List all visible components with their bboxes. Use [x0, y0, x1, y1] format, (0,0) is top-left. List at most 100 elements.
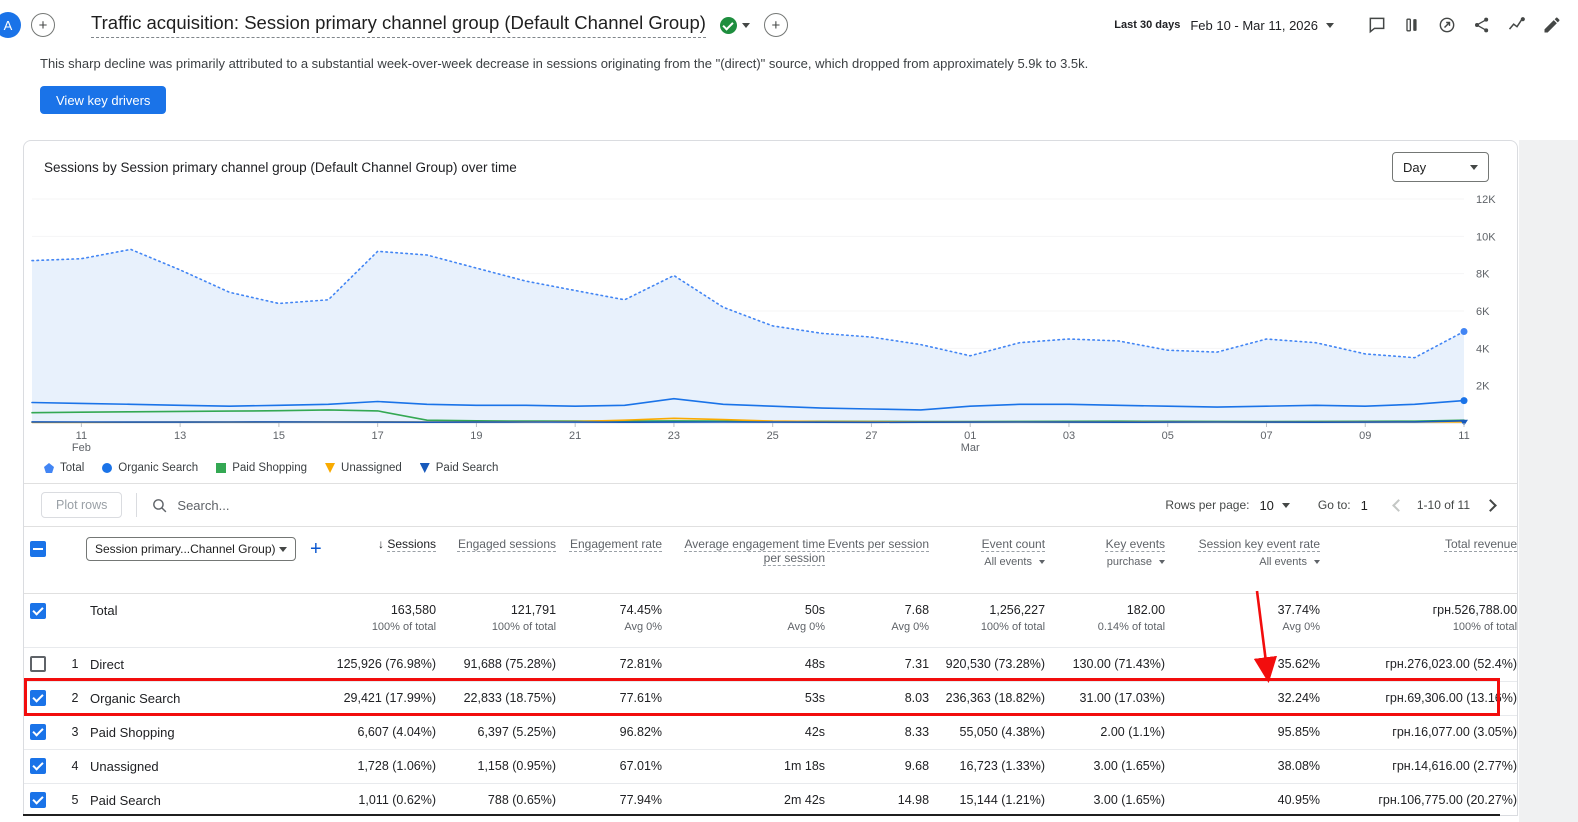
row-checkbox-cell: [24, 783, 60, 815]
share-icon[interactable]: [1470, 13, 1494, 37]
column-filter-dropdown[interactable]: purchase: [1047, 556, 1166, 568]
legend-item[interactable]: Unassigned: [325, 462, 402, 474]
column-filter-dropdown[interactable]: All events: [931, 556, 1046, 568]
metric-cell: 22,833 (18.75%): [463, 691, 557, 705]
edit-icon[interactable]: [1540, 13, 1564, 37]
total-label: Total: [90, 602, 118, 618]
sparkline-insights-icon[interactable]: [1505, 13, 1529, 37]
svg-text:Mar: Mar: [961, 442, 980, 453]
row-label: Paid Shopping: [90, 724, 175, 740]
svg-text:6K: 6K: [1476, 306, 1490, 318]
svg-text:13: 13: [174, 430, 186, 442]
legend-item[interactable]: Total: [44, 462, 84, 474]
metric-cell: 53s: [804, 691, 826, 705]
column-label[interactable]: Average engagement time per session: [684, 537, 825, 565]
svg-text:19: 19: [470, 430, 482, 442]
legend-item[interactable]: Paid Search: [419, 462, 498, 474]
table-row: 3 Paid Shopping 6,607 (4.04%) 6,397 (5.25%)…: [24, 715, 1517, 749]
metric-cell: 1,158 (0.95%): [477, 759, 557, 773]
column-header[interactable]: Total revenue: [1322, 527, 1517, 593]
column-header[interactable]: Average engagement time per session: [664, 527, 827, 593]
next-page-icon[interactable]: [1484, 498, 1497, 512]
column-label[interactable]: Sessions: [387, 537, 436, 551]
row-checkbox[interactable]: [30, 723, 46, 740]
legend-triangle-down-marker: [419, 463, 430, 473]
chart-header: Sessions by Session primary channel grou…: [24, 141, 1517, 193]
svg-text:27: 27: [865, 430, 877, 442]
metric-cell: 6,607 (4.04%): [357, 725, 437, 739]
insights-circle-icon[interactable]: [1435, 13, 1459, 37]
page-title[interactable]: Traffic acquisition: Session primary cha…: [91, 12, 706, 38]
saved-check-icon[interactable]: [719, 16, 737, 34]
add-report-button[interactable]: +: [763, 13, 788, 37]
column-label[interactable]: Event count: [982, 537, 1045, 551]
row-number: [60, 593, 90, 647]
row-checkbox-cell: [24, 647, 60, 681]
column-header[interactable]: Event count All events: [931, 527, 1047, 593]
column-label[interactable]: Events per session: [828, 537, 929, 551]
rows-per-page-select[interactable]: 10: [1259, 498, 1290, 513]
legend-item[interactable]: Organic Search: [102, 462, 198, 474]
avatar[interactable]: A: [0, 12, 21, 38]
metric-cell: 9.68: [904, 759, 930, 773]
search-input[interactable]: [177, 497, 478, 513]
feedback-icon[interactable]: [1365, 13, 1389, 37]
row-checkbox[interactable]: [30, 792, 46, 809]
plot-rows-button[interactable]: Plot rows: [41, 492, 123, 518]
row-checkbox[interactable]: [30, 655, 46, 672]
row-label: Direct: [90, 656, 124, 672]
row-checkbox[interactable]: [30, 689, 46, 706]
row-number: 1: [71, 657, 79, 671]
table-row: 5 Paid Search 1,011 (0.62%) 788 (0.65%) 77.9…: [24, 783, 1517, 815]
column-label[interactable]: Engaged sessions: [458, 537, 556, 551]
dimension-selector[interactable]: Session primary...Channel Group): [86, 537, 296, 561]
column-label[interactable]: Session key event rate: [1199, 537, 1320, 551]
column-header[interactable]: ↓ Sessions: [324, 527, 438, 593]
granularity-select[interactable]: Day: [1392, 152, 1489, 182]
svg-text:03: 03: [1063, 430, 1075, 442]
view-key-drivers-button[interactable]: View key drivers: [40, 86, 167, 114]
column-label[interactable]: Engagement rate: [570, 537, 662, 551]
add-dimension-button[interactable]: +: [310, 539, 322, 559]
chart-legend: Total Organic Search Paid Shopping Unassign…: [24, 453, 1517, 483]
column-header[interactable]: Session key event rate All events: [1167, 527, 1322, 593]
row-checkbox[interactable]: [30, 603, 46, 620]
metric-total-cell: 74.45% Avg 0%: [619, 602, 663, 633]
metric-cell: 1,011 (0.62%): [358, 793, 437, 808]
column-header[interactable]: Engagement rate: [558, 527, 664, 593]
svg-text:12K: 12K: [1476, 194, 1496, 206]
legend-label: Total: [60, 462, 85, 474]
legend-circle-marker: [102, 463, 113, 473]
topbar-actions: [1354, 13, 1564, 37]
sort-descending-icon: ↓: [377, 537, 388, 551]
row-checkbox[interactable]: [30, 757, 46, 774]
row-number: 4: [71, 759, 79, 773]
chevron-down-icon[interactable]: [741, 22, 750, 28]
date-range-value[interactable]: Feb 10 - Mar 11, 2026: [1190, 18, 1318, 33]
previous-page-icon[interactable]: [1391, 498, 1405, 512]
column-header[interactable]: Engaged sessions: [438, 527, 558, 593]
metric-cell: 920,530 (73.28%): [945, 657, 1046, 671]
column-filter-dropdown[interactable]: All events: [1167, 556, 1321, 568]
chart-area: 2K 4K 6K 8K 10K 12K 11 Feb 13 15 17 19 21 23 25 27 01 Mar…: [24, 193, 1517, 454]
dimension-label: Session primary...Channel Group): [95, 542, 276, 556]
goto-page-input[interactable]: 1: [1361, 498, 1368, 513]
row-checkbox-cell: [24, 715, 60, 749]
svg-text:Feb: Feb: [72, 442, 91, 453]
select-all-checkbox[interactable]: [30, 541, 46, 557]
date-range-preset: Last 30 days: [1114, 19, 1181, 31]
legend-item[interactable]: Paid Shopping: [216, 462, 307, 474]
metric-cell: грн.14,616.00 (2.77%): [1392, 759, 1518, 773]
search-icon: [153, 498, 167, 512]
chevron-down-icon[interactable]: [1326, 22, 1334, 28]
table-toolbar: Plot rows Rows per page: 10 Go to: 1 1-1…: [24, 483, 1517, 527]
column-header[interactable]: Events per session: [827, 527, 931, 593]
column-label[interactable]: Key events: [1106, 537, 1165, 551]
comparisons-icon[interactable]: [1400, 13, 1424, 37]
add-tab-button[interactable]: +: [31, 13, 55, 37]
svg-text:25: 25: [767, 430, 779, 442]
column-header[interactable]: Key events purchase: [1047, 527, 1167, 593]
ga-traffic-acquisition-page: A + Traffic acquisition: Session primary…: [0, 0, 1578, 822]
column-label[interactable]: Total revenue: [1445, 537, 1517, 551]
legend-label: Unassigned: [341, 462, 402, 474]
